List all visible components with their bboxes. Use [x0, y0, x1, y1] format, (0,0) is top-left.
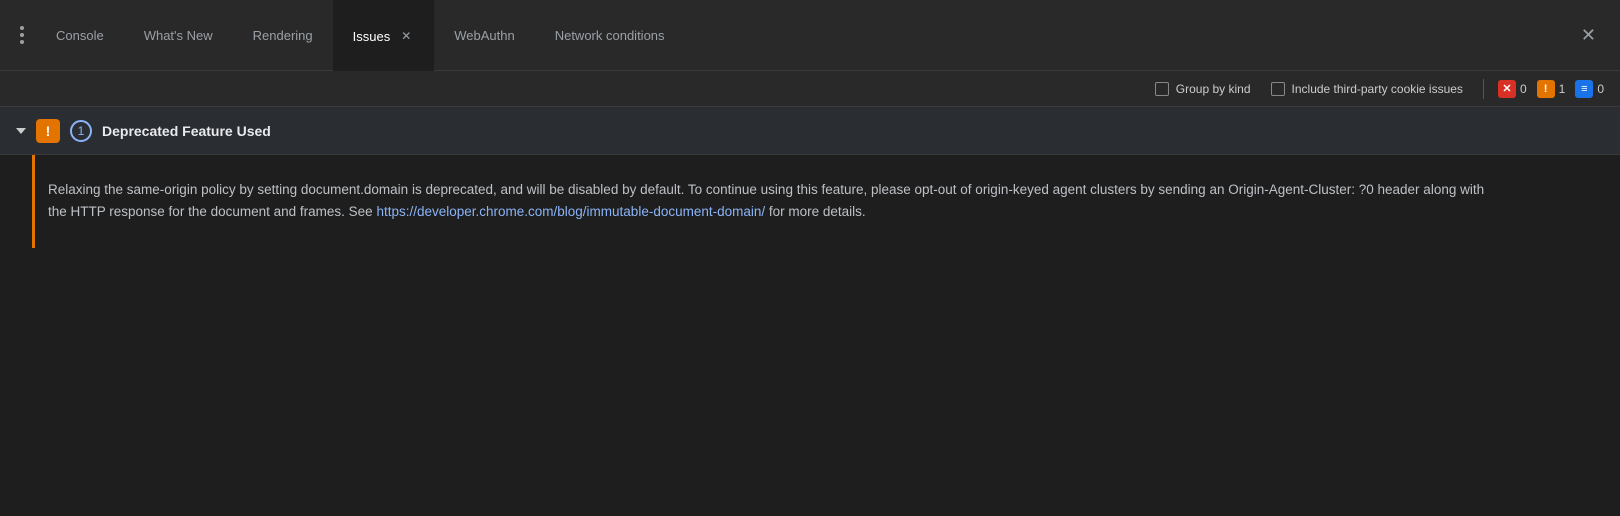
section-count-label: 1	[78, 124, 85, 138]
section-warning-icon: !	[36, 119, 60, 143]
warning-count: 1	[1559, 82, 1566, 96]
issue-content: Relaxing the same-origin policy by setti…	[0, 155, 1620, 248]
error-count: 0	[1520, 82, 1527, 96]
issue-link[interactable]: https://developer.chrome.com/blog/immuta…	[376, 204, 765, 219]
tab-issues-close[interactable]: ✕	[398, 28, 414, 44]
group-by-kind-option[interactable]: Group by kind	[1155, 82, 1251, 96]
issue-text-part3: for more details.	[765, 204, 866, 219]
group-by-kind-label: Group by kind	[1176, 82, 1251, 96]
more-tabs-button[interactable]	[8, 26, 36, 44]
tab-webauthn[interactable]: WebAuthn	[434, 0, 534, 71]
tab-network-conditions-label: Network conditions	[555, 28, 665, 43]
tab-webauthn-label: WebAuthn	[454, 28, 514, 43]
group-by-kind-checkbox[interactable]	[1155, 82, 1169, 96]
tab-network-conditions[interactable]: Network conditions	[535, 0, 685, 71]
tab-rendering-label: Rendering	[253, 28, 313, 43]
info-count: 0	[1597, 82, 1604, 96]
tab-rendering[interactable]: Rendering	[233, 0, 333, 71]
error-badge[interactable]: ✕ 0	[1498, 80, 1527, 98]
warning-badge[interactable]: ! 1	[1537, 80, 1566, 98]
tab-whats-new-label: What's New	[144, 28, 213, 43]
deprecated-feature-section-header[interactable]: ! 1 Deprecated Feature Used	[0, 107, 1620, 155]
tab-console-label: Console	[56, 28, 104, 43]
section-count-badge: 1	[70, 120, 92, 142]
issues-toolbar: Group by kind Include third-party cookie…	[0, 71, 1620, 107]
warning-icon: !	[1537, 80, 1555, 98]
toolbar-divider	[1483, 79, 1484, 99]
include-third-party-option[interactable]: Include third-party cookie issues	[1271, 82, 1463, 96]
issue-left-border	[32, 155, 35, 248]
badge-group: ✕ 0 ! 1 ≡ 0	[1498, 80, 1604, 98]
info-icon: ≡	[1575, 80, 1593, 98]
window-close-button[interactable]: ✕	[1565, 25, 1612, 46]
include-third-party-label: Include third-party cookie issues	[1292, 82, 1463, 96]
tab-bar: Console What's New Rendering Issues ✕ We…	[0, 0, 1620, 71]
include-third-party-checkbox[interactable]	[1271, 82, 1285, 96]
tab-console[interactable]: Console	[36, 0, 124, 71]
tab-issues-label: Issues	[353, 29, 391, 44]
issue-message: Relaxing the same-origin policy by setti…	[48, 179, 1488, 224]
section-collapse-chevron	[16, 128, 26, 134]
tab-issues[interactable]: Issues ✕	[333, 0, 435, 71]
info-badge[interactable]: ≡ 0	[1575, 80, 1604, 98]
section-title: Deprecated Feature Used	[102, 123, 271, 139]
error-icon: ✕	[1498, 80, 1516, 98]
tab-whats-new[interactable]: What's New	[124, 0, 233, 71]
